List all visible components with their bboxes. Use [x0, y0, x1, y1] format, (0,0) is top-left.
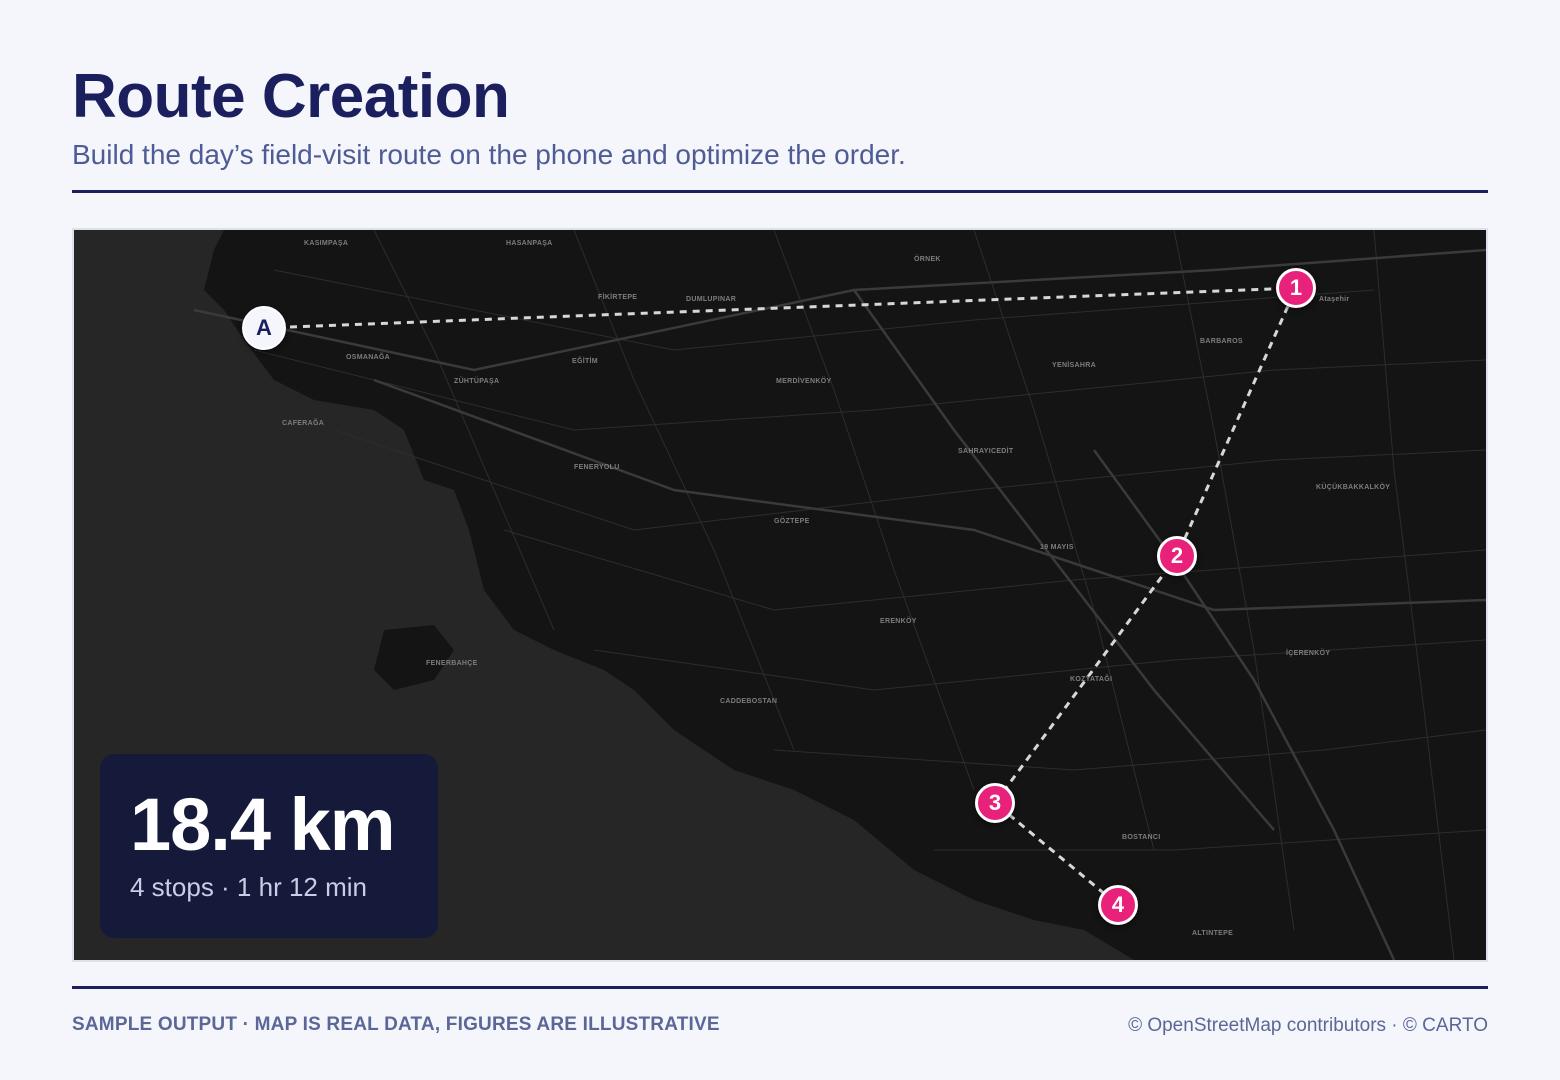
route-meta: 4 stops · 1 hr 12 min: [130, 872, 367, 902]
place-label: KASIMPAŞA: [304, 240, 349, 247]
footer-disclaimer: SAMPLE OUTPUT · MAP IS REAL DATA, FIGURE…: [72, 1014, 720, 1035]
page-subtitle: Build the day’s field-visit route on the…: [72, 139, 906, 170]
place-label: CADDEBOSTAN: [720, 698, 778, 705]
place-label: EĞİTİM: [572, 358, 598, 365]
route-stop-4-marker[interactable]: 4: [1098, 885, 1138, 925]
place-label: ERENKÖY: [880, 618, 917, 625]
place-label: ÖRNEK: [914, 256, 941, 263]
page-title: Route Creation: [72, 62, 510, 131]
header-divider: [72, 190, 1488, 193]
route-distance: 18.4 km: [130, 783, 396, 866]
route-stop-1-marker[interactable]: 1: [1276, 268, 1316, 308]
place-label: CAFERAĞA: [282, 420, 325, 427]
place-label: 19 MAYIS: [1040, 544, 1074, 551]
place-label: GÖZTEPE: [774, 518, 810, 525]
place-label: HASANPAŞA: [506, 240, 553, 247]
place-label: DUMLUPINAR: [686, 296, 737, 303]
footer-divider: [72, 986, 1488, 989]
place-label: İÇERENKÖY: [1286, 650, 1331, 657]
place-label: FENERYOLU: [574, 464, 620, 471]
place-label: KÜÇÜKBAKKALKÖY: [1316, 484, 1391, 491]
place-label: KOZYATAĞI: [1070, 676, 1113, 683]
route-summary-card: 18.4 km 4 stops · 1 hr 12 min: [100, 754, 438, 938]
land-peninsula: [374, 625, 454, 690]
place-label: SAHRAYICEDİT: [958, 448, 1014, 455]
place-label: YENİSAHRA: [1052, 362, 1096, 369]
route-start-marker[interactable]: A: [242, 306, 286, 350]
place-label: MERDİVENKÖY: [776, 378, 832, 385]
place-label: ALTINTEPE: [1192, 930, 1234, 937]
place-label: Ataşehir: [1319, 296, 1350, 303]
route-stop-3-marker[interactable]: 3: [975, 783, 1015, 823]
place-label: ZÜHTÜPAŞA: [454, 378, 500, 385]
place-label: FENERBAHÇE: [426, 660, 478, 667]
route-stop-2-marker[interactable]: 2: [1157, 536, 1197, 576]
place-label: BARBAROS: [1200, 338, 1243, 345]
map-attribution[interactable]: © OpenStreetMap contributors · © CARTO: [1128, 1015, 1488, 1037]
place-label: FİKİRTEPE: [598, 294, 638, 301]
place-label: BOSTANCI: [1122, 834, 1161, 841]
route-map[interactable]: KASIMPAŞA HASANPAŞA ÖRNEK Ataşehir FİKİRTEPE…: [72, 228, 1488, 962]
place-label: OSMANAĞA: [346, 354, 391, 361]
